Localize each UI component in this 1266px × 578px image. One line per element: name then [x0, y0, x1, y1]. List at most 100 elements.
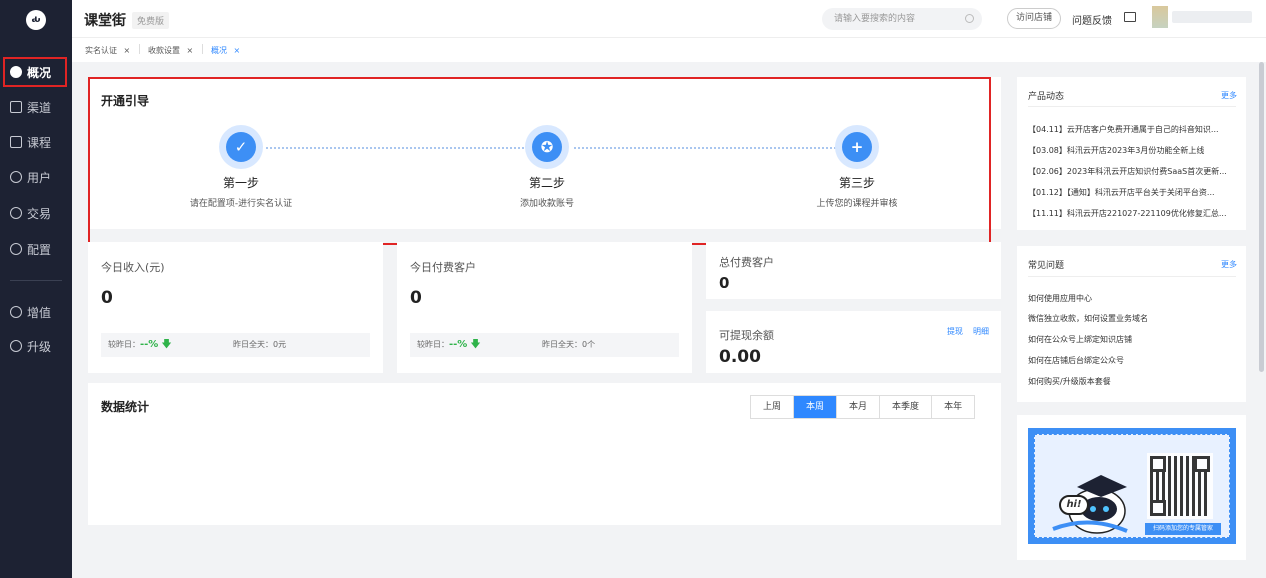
faq-item[interactable]: 如何使用应用中心 [1028, 293, 1236, 304]
tab-bar: 实名认证 × 收款设置 × 概况 × [72, 38, 1266, 62]
period-this-week-button[interactable]: 本周 [794, 396, 838, 418]
faq-item[interactable]: 如何在公众号上绑定知识店铺 [1028, 334, 1236, 345]
news-item[interactable]: 【02.06】2023年科汛云开店知识付费SaaS首次更新... [1028, 166, 1236, 177]
step-one-desc[interactable]: 请在配置项-进行实名认证 [121, 196, 361, 209]
sidebar-item-upgrade[interactable]: 升级 [0, 331, 72, 361]
sidebar-item-course[interactable]: 课程 [0, 127, 72, 157]
total-paying-label: 总付费客户 [719, 256, 774, 269]
top-bar: 课堂街 免费版 请输入要搜索的内容 访问店铺 问题反馈 [72, 0, 1266, 38]
badge-icon: ✪ [532, 132, 562, 162]
brand-name: 课堂街 [84, 13, 126, 29]
step-three-icon: + [835, 125, 879, 169]
period-this-month-button[interactable]: 本月 [837, 396, 881, 418]
product-news-more-link[interactable]: 更多 [1221, 90, 1237, 101]
withdraw-link[interactable]: 提现 [947, 326, 963, 337]
sidebar-item-config[interactable]: 配置 [0, 234, 72, 264]
compare-label: 较昨日： [108, 340, 140, 349]
sidebar-item-label: 课程 [27, 135, 52, 150]
divider [1028, 106, 1236, 107]
step-one-name: 第一步 [222, 176, 259, 190]
faq-item[interactable]: 微信独立收款，如何设置业务域名 [1028, 313, 1236, 324]
detail-link[interactable]: 明细 [973, 326, 989, 337]
gear-icon [10, 243, 22, 255]
sidebar-item-label: 概况 [27, 65, 52, 80]
book-icon [10, 136, 22, 148]
compare-pct: --% [140, 339, 159, 350]
sidebar-item-overview[interactable]: 概况 [3, 57, 67, 87]
visit-shop-button[interactable]: 访问店铺 [1007, 8, 1062, 29]
search-icon[interactable] [965, 14, 974, 23]
withdrawable-label: 可提现余额 [719, 329, 774, 342]
sidebar-item-transaction[interactable]: 交易 [0, 198, 72, 228]
hi-bubble: hi! [1059, 495, 1089, 515]
tab-divider [202, 44, 203, 54]
tab-divider [139, 44, 140, 54]
today-income-card: 今日收入(元) 0 较昨日：--% 🡇 昨日全天：0元 [88, 242, 383, 373]
feedback-link[interactable]: 问题反馈 [1072, 12, 1112, 27]
step-two-desc[interactable]: 添加收款账号 [427, 196, 667, 209]
today-income-label: 今日收入(元) [101, 261, 165, 274]
yesterday-total: 昨日全天：0元 [233, 340, 287, 349]
step-one-icon: ✓ [219, 125, 263, 169]
news-item[interactable]: 【04.11】云开店客户免费开通属于自己的抖音知识... [1028, 124, 1236, 135]
data-stats-title: 数据统计 [101, 400, 150, 414]
today-paying-compare: 较昨日：--% 🡇 昨日全天：0个 [410, 333, 679, 357]
news-item[interactable]: 【01.12】【通知】科汛云开店平台关于关闭平台资... [1028, 187, 1236, 198]
channel-icon [10, 101, 22, 113]
faq-title: 常见问题 [1028, 261, 1065, 271]
qr-corner [1194, 456, 1210, 472]
withdrawable-value: 0.00 [719, 347, 761, 367]
close-icon[interactable]: × [124, 46, 131, 55]
tab-overview[interactable]: 概况 × [211, 45, 240, 56]
step-connector [266, 147, 524, 149]
sidebar-item-value-added[interactable]: 增值 [0, 297, 72, 327]
today-paying-value: 0 [410, 288, 422, 308]
faq-item[interactable]: 如何在店铺后台绑定公众号 [1028, 355, 1236, 366]
yesterday-total: 昨日全天：0个 [542, 340, 596, 349]
news-item[interactable]: 【11.11】科汛云开店221027-221109优化修复汇总... [1028, 208, 1236, 219]
compare-label: 较昨日： [417, 340, 449, 349]
product-news-title: 产品动态 [1028, 92, 1065, 102]
qr-code-icon [1147, 453, 1213, 519]
exchange-icon [10, 207, 22, 219]
tab-real-name-auth[interactable]: 实名认证 × [85, 45, 130, 56]
qr-corner [1150, 456, 1166, 472]
period-last-week-button[interactable]: 上周 [751, 396, 795, 418]
promo-banner[interactable]: hi! 扫码添加您的专属管家 [1028, 428, 1236, 544]
edition-badge: 免费版 [132, 12, 170, 29]
close-icon[interactable]: × [187, 46, 194, 55]
sidebar-item-channel[interactable]: 渠道 [0, 92, 72, 122]
search-input[interactable]: 请输入要搜索的内容 [822, 8, 982, 30]
app-logo[interactable]: ԃ [26, 10, 46, 30]
check-icon: ✓ [226, 132, 256, 162]
faq-item[interactable]: 如何购买/升级版本套餐 [1028, 376, 1236, 387]
upgrade-icon [10, 340, 22, 352]
sidebar-divider [10, 280, 62, 281]
total-paying-value: 0 [719, 274, 730, 292]
total-paying-card: 总付费客户 0 [706, 242, 1001, 299]
sidebar-item-label: 配置 [27, 242, 52, 257]
guide-title: 开通引导 [101, 94, 150, 108]
today-paying-label: 今日付费客户 [410, 261, 476, 274]
step-connector [574, 147, 836, 149]
news-item[interactable]: 【03.08】科汛云开店2023年3月份功能全新上线 [1028, 145, 1236, 156]
period-selector: 上周 本周 本月 本季度 本年 [750, 395, 976, 419]
sidebar-item-user[interactable]: 用户 [0, 162, 72, 192]
period-this-year-button[interactable]: 本年 [932, 396, 974, 418]
username-blurred[interactable] [1172, 11, 1252, 23]
promo-inner: hi! 扫码添加您的专属管家 [1034, 434, 1230, 538]
period-this-quarter-button[interactable]: 本季度 [880, 396, 933, 418]
close-icon[interactable]: × [234, 46, 241, 55]
search-placeholder: 请输入要搜索的内容 [834, 14, 916, 24]
mail-icon[interactable] [1124, 12, 1136, 22]
user-icon [10, 171, 22, 183]
faq-more-link[interactable]: 更多 [1221, 259, 1237, 270]
sidebar-item-label: 增值 [27, 305, 52, 320]
step-three-name: 第三步 [838, 176, 875, 190]
page-scrollbar[interactable] [1259, 62, 1264, 372]
withdrawable-card: 可提现余额 0.00 提现 明细 [706, 311, 1001, 373]
promo-caption: 扫码添加您的专属管家 [1145, 523, 1221, 535]
avatar[interactable] [1152, 6, 1168, 28]
step-three-desc[interactable]: 上传您的课程并审核 [737, 196, 977, 209]
tab-payment-settings[interactable]: 收款设置 × [148, 45, 193, 56]
